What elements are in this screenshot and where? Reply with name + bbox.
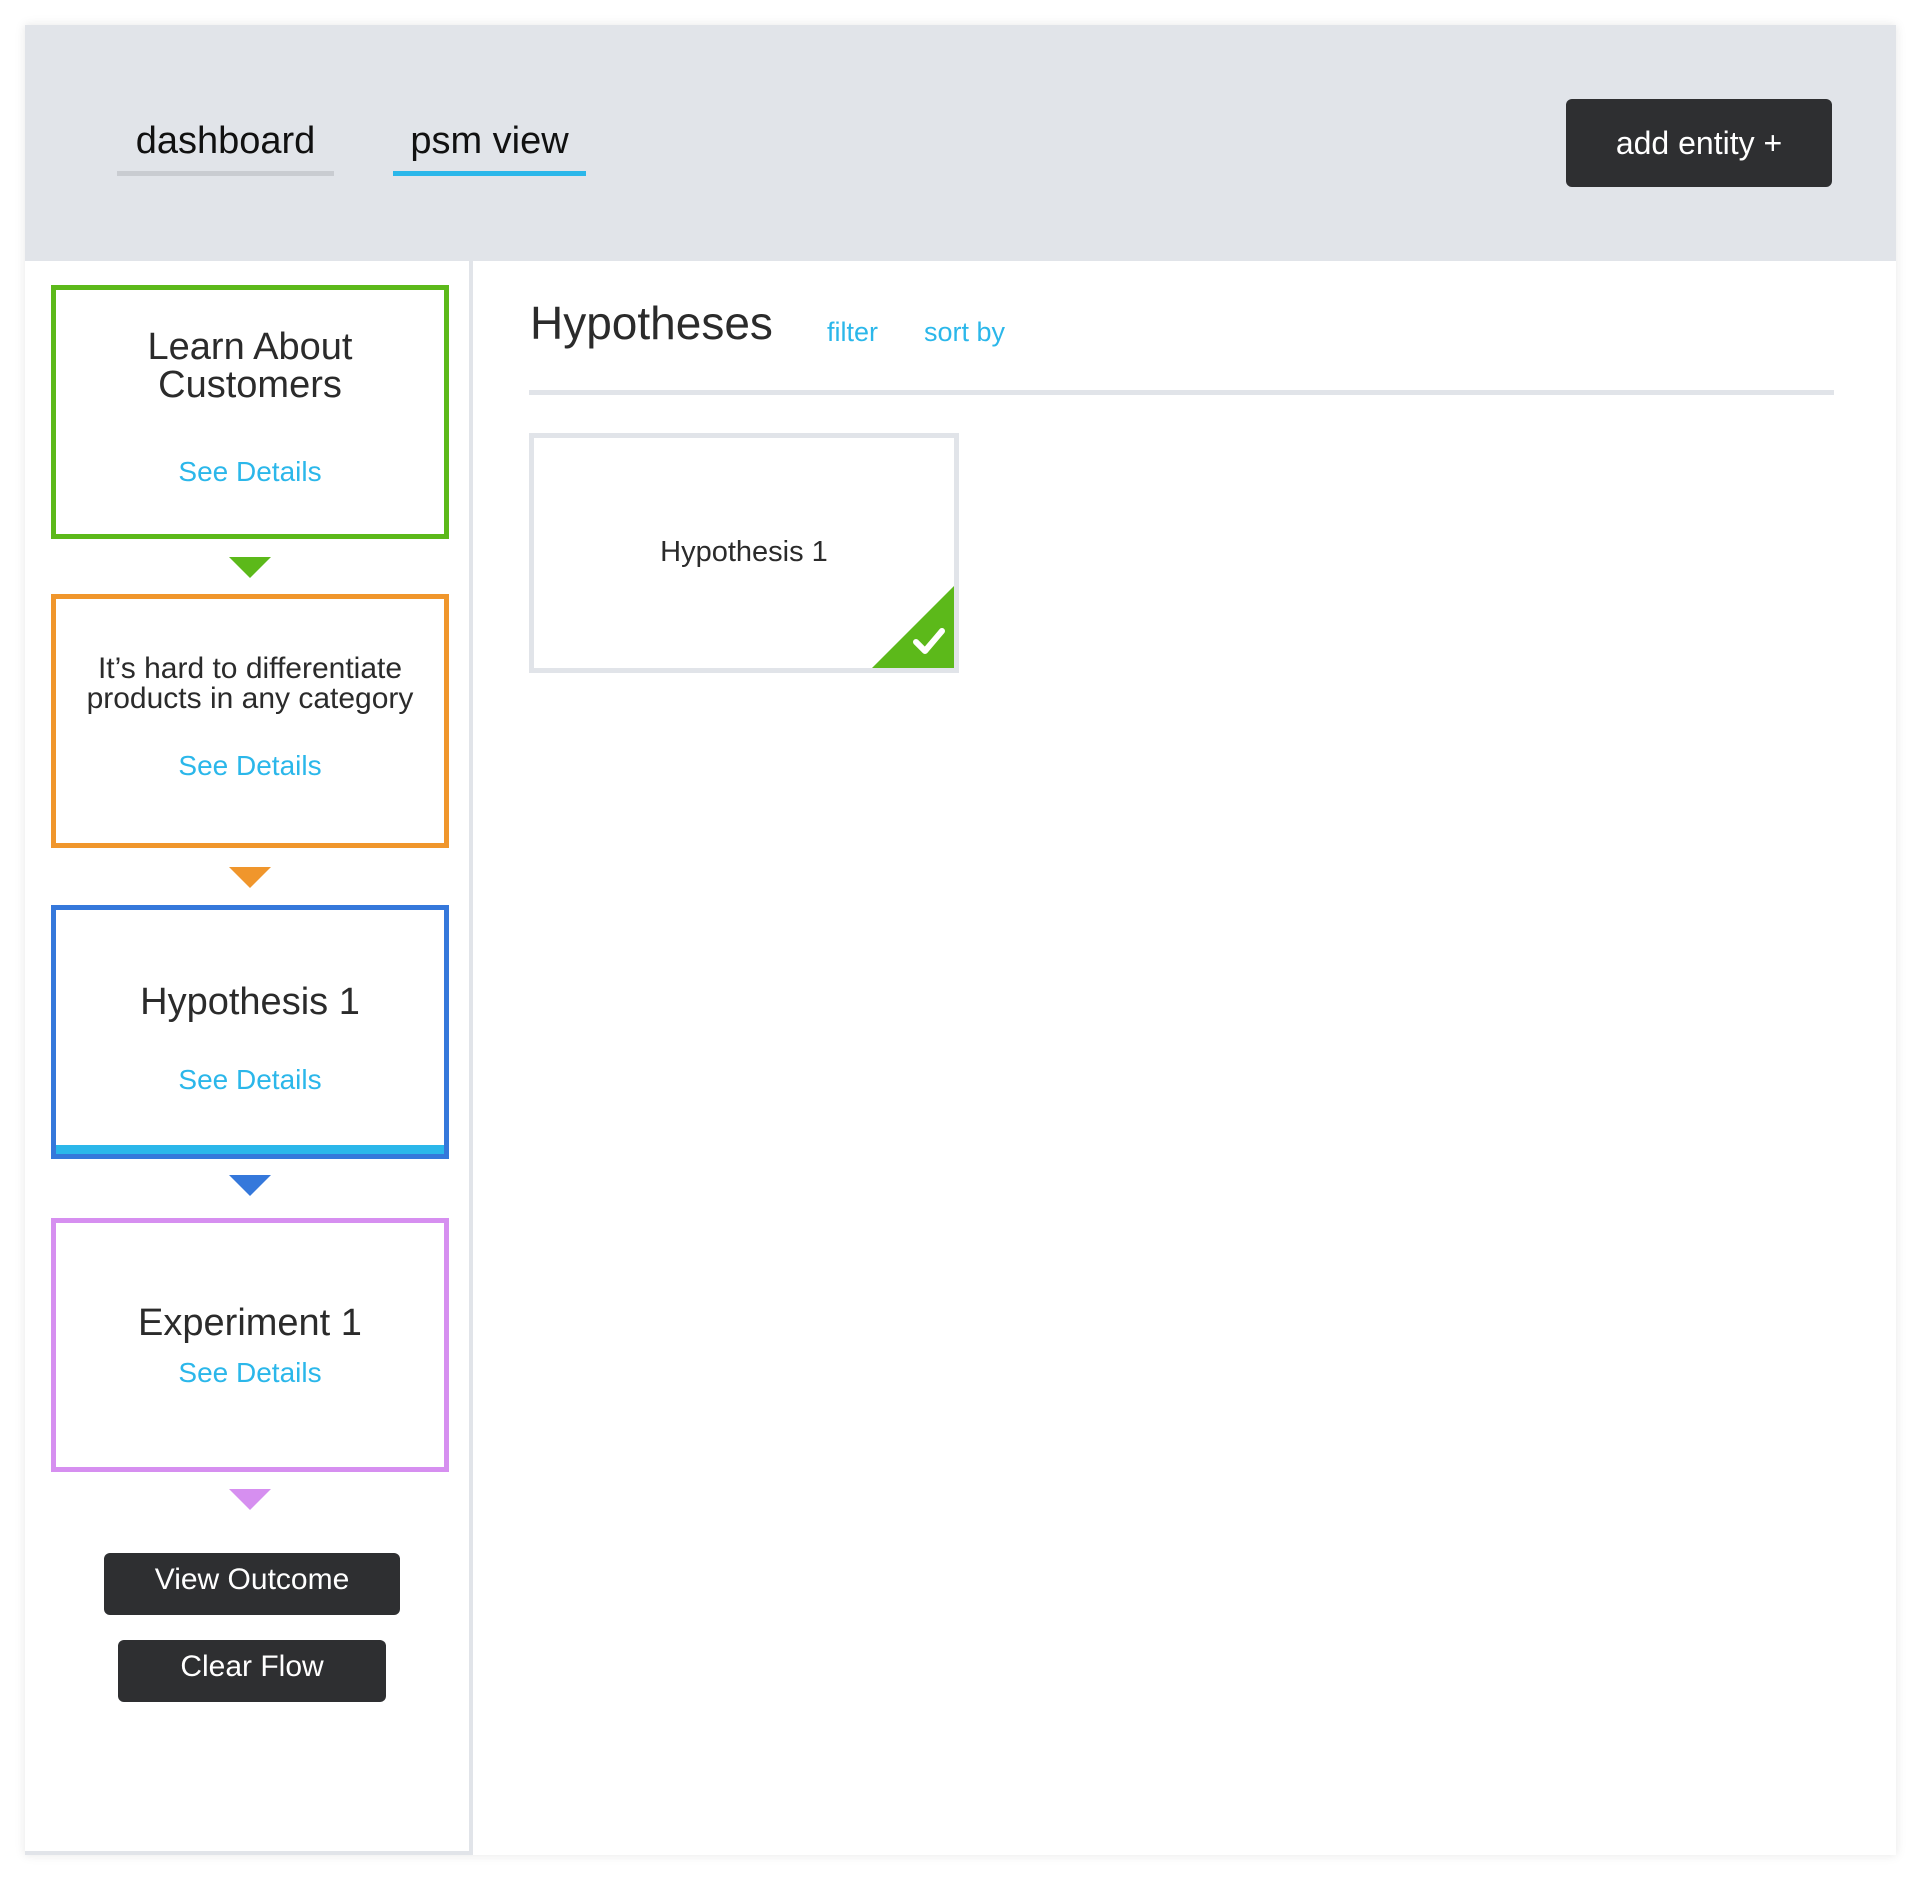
hypothesis-card-title: Hypothesis 1 <box>660 536 828 568</box>
see-details-link[interactable]: See Details <box>56 750 444 782</box>
clear-flow-button[interactable]: Clear Flow <box>118 1640 386 1702</box>
card-title: Experiment 1 <box>138 1302 362 1344</box>
card-title: Learn About Customers <box>56 328 444 404</box>
flow-card-problem[interactable]: It’s hard to differentiate products in a… <box>51 594 449 848</box>
app-window: dashboard psm view add entity + Learn Ab… <box>25 25 1896 1855</box>
card-title: Hypothesis 1 <box>140 981 360 1023</box>
see-details-link[interactable]: See Details <box>56 1064 444 1096</box>
page-title: Hypotheses <box>530 297 773 349</box>
tab-dashboard[interactable]: dashboard <box>117 115 334 176</box>
checkmark-icon <box>872 586 954 668</box>
flow-arrow-down-icon <box>229 867 271 888</box>
hypothesis-card[interactable]: Hypothesis 1 <box>529 433 959 673</box>
see-details-link[interactable]: See Details <box>56 1357 444 1389</box>
flow-sidebar: Learn About Customers See Details It’s h… <box>25 261 473 1855</box>
add-entity-button[interactable]: add entity + <box>1566 99 1832 187</box>
card-title-line: Customers <box>158 364 342 406</box>
sort-by-link[interactable]: sort by <box>924 314 1005 350</box>
flow-card-learn-about-customers[interactable]: Learn About Customers See Details <box>51 285 449 539</box>
top-header: dashboard psm view add entity + <box>25 25 1896 261</box>
card-title-line: products in any category <box>86 682 414 715</box>
card-title-line: It’s hard to differentiate <box>97 652 403 685</box>
flow-arrow-down-icon <box>229 1175 271 1196</box>
view-outcome-button[interactable]: View Outcome <box>104 1553 400 1615</box>
see-details-link[interactable]: See Details <box>56 456 444 488</box>
filter-link[interactable]: filter <box>827 314 878 350</box>
active-indicator <box>56 1145 444 1154</box>
card-title-line: Learn About <box>147 326 353 368</box>
card-title: It’s hard to differentiate products in a… <box>56 654 444 714</box>
tab-psm-view[interactable]: psm view <box>393 115 586 176</box>
flow-card-hypothesis[interactable]: Hypothesis 1 See Details <box>51 905 449 1159</box>
flow-card-experiment[interactable]: Experiment 1 See Details <box>51 1218 449 1472</box>
flow-arrow-down-icon <box>229 557 271 578</box>
flow-arrow-down-icon <box>229 1489 271 1510</box>
divider <box>529 390 1834 395</box>
